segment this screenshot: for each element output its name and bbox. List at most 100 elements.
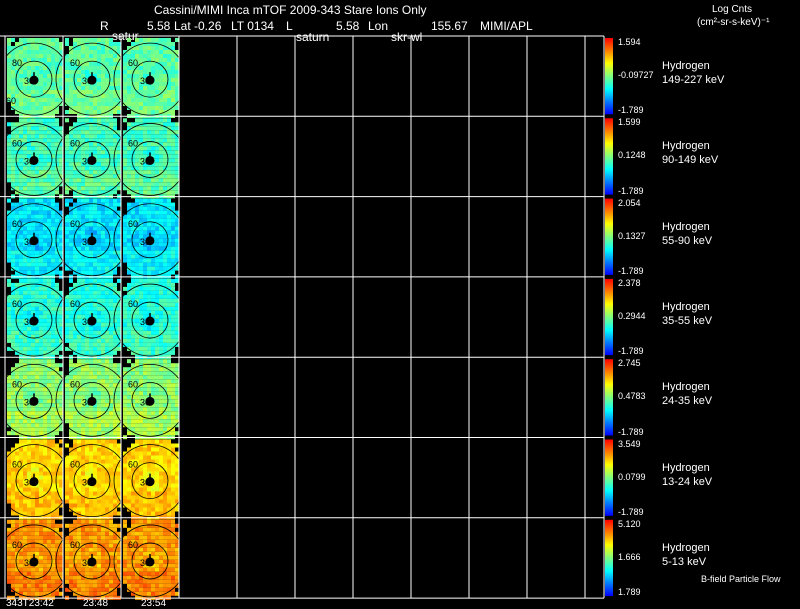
contour-label: 30 <box>24 558 34 568</box>
energy-label-6: 5-13 keV <box>662 555 707 568</box>
energy-label-3: 35-55 keV <box>662 314 713 327</box>
colorbar-4 <box>605 359 613 436</box>
colorbar-max-2: 2.054 <box>618 197 641 208</box>
sky-map-r0-c0: 3080 60 <box>0 38 71 118</box>
sky-map-r3-c2: 3060 <box>113 278 187 359</box>
contour-label: 30 <box>82 237 92 247</box>
contour-label: 60 <box>12 299 22 309</box>
contour-label: 60 <box>12 540 22 550</box>
sky-map-r1-c1: 3060 <box>55 118 129 199</box>
colorbar-min-0: -1.789 <box>618 105 644 116</box>
sky-map-r1-c0: 3060 <box>0 118 71 199</box>
colorbar-max-1: 1.599 <box>618 117 641 128</box>
colorbar-mid-4: 0.4783 <box>618 391 646 402</box>
energy-label-2: 55-90 keV <box>662 234 713 247</box>
colorbar-min-6: 1.789 <box>618 587 641 598</box>
energy-label-4: 24-35 keV <box>662 395 713 408</box>
contour-label: 30 <box>140 156 150 166</box>
colorbar-min-3: -1.789 <box>618 346 644 357</box>
contour-label: 60 <box>128 379 138 389</box>
contour-label: 60 <box>128 219 138 229</box>
sky-map-r5-c2: 3060 <box>113 439 187 520</box>
colorbar-mid-5: 0.0799 <box>618 471 646 482</box>
contour-label: 30 <box>140 76 150 86</box>
sky-map-r0-c1: 3060 <box>55 38 129 118</box>
colorbar-3 <box>605 278 613 356</box>
contour-label: 60 <box>70 299 80 309</box>
contour-label: 30 <box>24 237 34 247</box>
species-label-0: Hydrogen <box>662 60 710 72</box>
contour-label: 30 <box>82 76 92 86</box>
species-label-1: Hydrogen <box>662 140 710 153</box>
colorbar-max-3: 2.378 <box>618 277 641 288</box>
sky-map-r5-c1: 3060 <box>55 439 129 520</box>
contour-label: 60 <box>128 299 138 309</box>
bfield-note: B-field Particle Flow <box>701 574 781 584</box>
colorbar-min-5: -1.789 <box>618 506 644 517</box>
contour-label: 60 <box>6 96 16 106</box>
species-label-6: Hydrogen <box>662 541 710 554</box>
contour-label: 30 <box>140 397 150 407</box>
contour-label: 60 <box>12 460 22 470</box>
contour-label: 30 <box>82 558 92 568</box>
contour-label: 30 <box>24 76 34 86</box>
colorbar-min-4: -1.789 <box>618 426 644 437</box>
contour-label: 30 <box>140 237 150 247</box>
colorbar-5 <box>605 439 613 516</box>
sky-map-r3-c0: 3060 <box>0 278 71 359</box>
time-label-1: 23:48 <box>83 598 109 609</box>
colorbar-mid-1: 0.1248 <box>618 150 646 161</box>
contour-label: 60 <box>128 540 138 550</box>
contour-label: 30 <box>82 478 92 488</box>
contour-label: 60 <box>12 219 22 229</box>
colorbar-mid-3: 0.2944 <box>618 311 646 322</box>
sky-map-r5-c0: 3060 <box>0 439 71 520</box>
contour-label: 30 <box>140 558 150 568</box>
energy-label-5: 13-24 keV <box>662 475 713 488</box>
time-label-2: 23:54 <box>141 598 167 609</box>
sky-map-r1-c2: 3060 <box>113 118 187 199</box>
colorbar-1 <box>605 118 613 195</box>
contour-label: 60 <box>70 219 80 229</box>
species-label-3: Hydrogen <box>662 300 710 313</box>
contour-label: 30 <box>24 397 34 407</box>
time-label-0: 343T23:42 <box>6 598 54 609</box>
sky-map-r6-c2: 3060 <box>113 519 187 600</box>
contour-label: 30 <box>82 317 92 327</box>
colorbar-min-1: -1.789 <box>618 185 644 196</box>
sky-map-r3-c1: 3060 <box>55 278 129 359</box>
species-label-4: Hydrogen <box>662 381 710 394</box>
contour-label: 60 <box>70 379 80 389</box>
contour-label: 60 <box>70 138 80 148</box>
contour-label: 30 <box>140 317 150 327</box>
sky-map-r2-c0: 3060 <box>0 198 71 279</box>
sky-map-r4-c0: 3060 <box>0 359 71 440</box>
sky-map-r6-c1: 3060 <box>55 519 129 600</box>
contour-label: 30 <box>24 478 34 488</box>
sky-map-r0-c2: 3060 <box>113 38 187 118</box>
contour-label: 60 <box>70 460 80 470</box>
contour-label: 30 <box>24 317 34 327</box>
energy-label-1: 90-149 keV <box>662 154 719 167</box>
colorbar-mid-2: 0.1327 <box>618 230 646 241</box>
contour-label: 60 <box>128 58 138 68</box>
colorbar-max-6: 5.120 <box>618 518 641 529</box>
contour-label: 60 <box>128 138 138 148</box>
colorbar-mid-6: 1.666 <box>618 551 641 562</box>
sky-map-r4-c1: 3060 <box>55 359 129 440</box>
colorbar-max-5: 3.549 <box>618 438 641 449</box>
contour-label: 60 <box>128 460 138 470</box>
colorbar-max-4: 2.745 <box>618 358 641 369</box>
sky-map-r6-c0: 3060 <box>0 519 71 600</box>
species-label-5: Hydrogen <box>662 461 710 474</box>
energy-label-0: 149-227 keV <box>662 74 725 86</box>
colorbar-mid-0: -0.09727 <box>618 70 654 81</box>
contour-label: 30 <box>24 156 34 166</box>
contour-label: 30 <box>140 478 150 488</box>
colorbar-min-2: -1.789 <box>618 265 644 276</box>
sky-map-r4-c2: 3060 <box>113 359 187 440</box>
sky-map-r2-c2: 3060 <box>113 198 187 279</box>
colorbar-2 <box>605 198 613 275</box>
species-label-2: Hydrogen <box>662 220 710 233</box>
contour-label: 60 <box>12 138 22 148</box>
